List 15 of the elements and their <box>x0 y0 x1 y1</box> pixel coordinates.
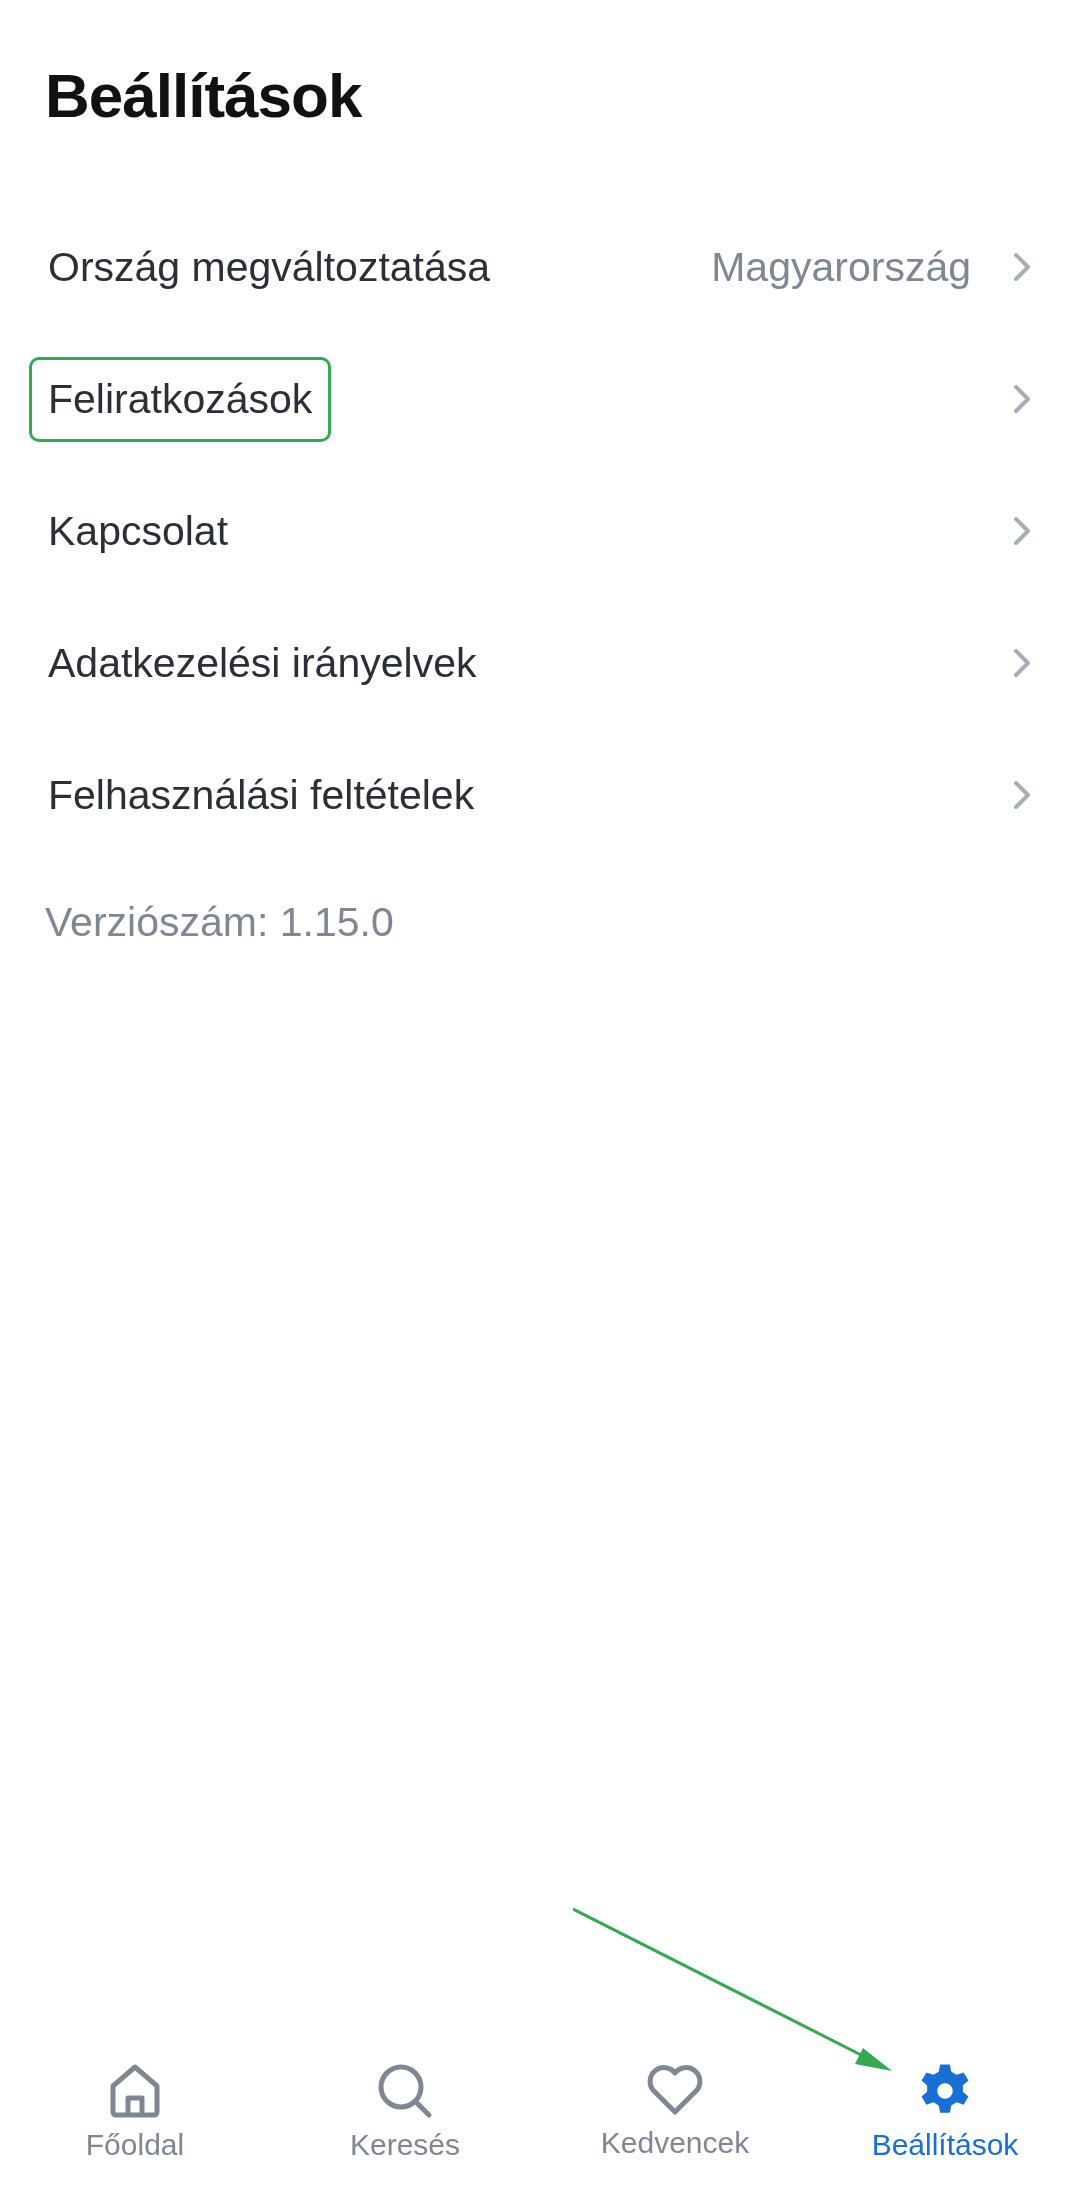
version-text: Verziószám: 1.15.0 <box>45 899 394 946</box>
current-country: Magyarország <box>711 243 971 291</box>
settings-item[interactable]: Felhasználási feltételek <box>29 752 494 838</box>
nav-tab[interactable]: Keresés <box>270 2062 540 2162</box>
settings-item[interactable]: Feliratkozások <box>29 356 332 442</box>
settings-item[interactable]: Kapcsolat <box>29 488 248 574</box>
home-icon <box>108 2062 162 2120</box>
nav-tab[interactable]: Főoldal <box>0 2062 270 2162</box>
heart-icon <box>645 2062 705 2118</box>
nav-tab[interactable]: Beállítások <box>810 2062 1080 2162</box>
settings-item[interactable]: Adatkezelési irányelvek <box>29 620 496 706</box>
settings-item[interactable]: Ország megváltoztatása <box>29 224 510 310</box>
search-icon <box>376 2062 434 2120</box>
page-title: Beállítások <box>45 60 362 131</box>
nav-tab[interactable]: Kedvencek <box>540 2062 810 2162</box>
